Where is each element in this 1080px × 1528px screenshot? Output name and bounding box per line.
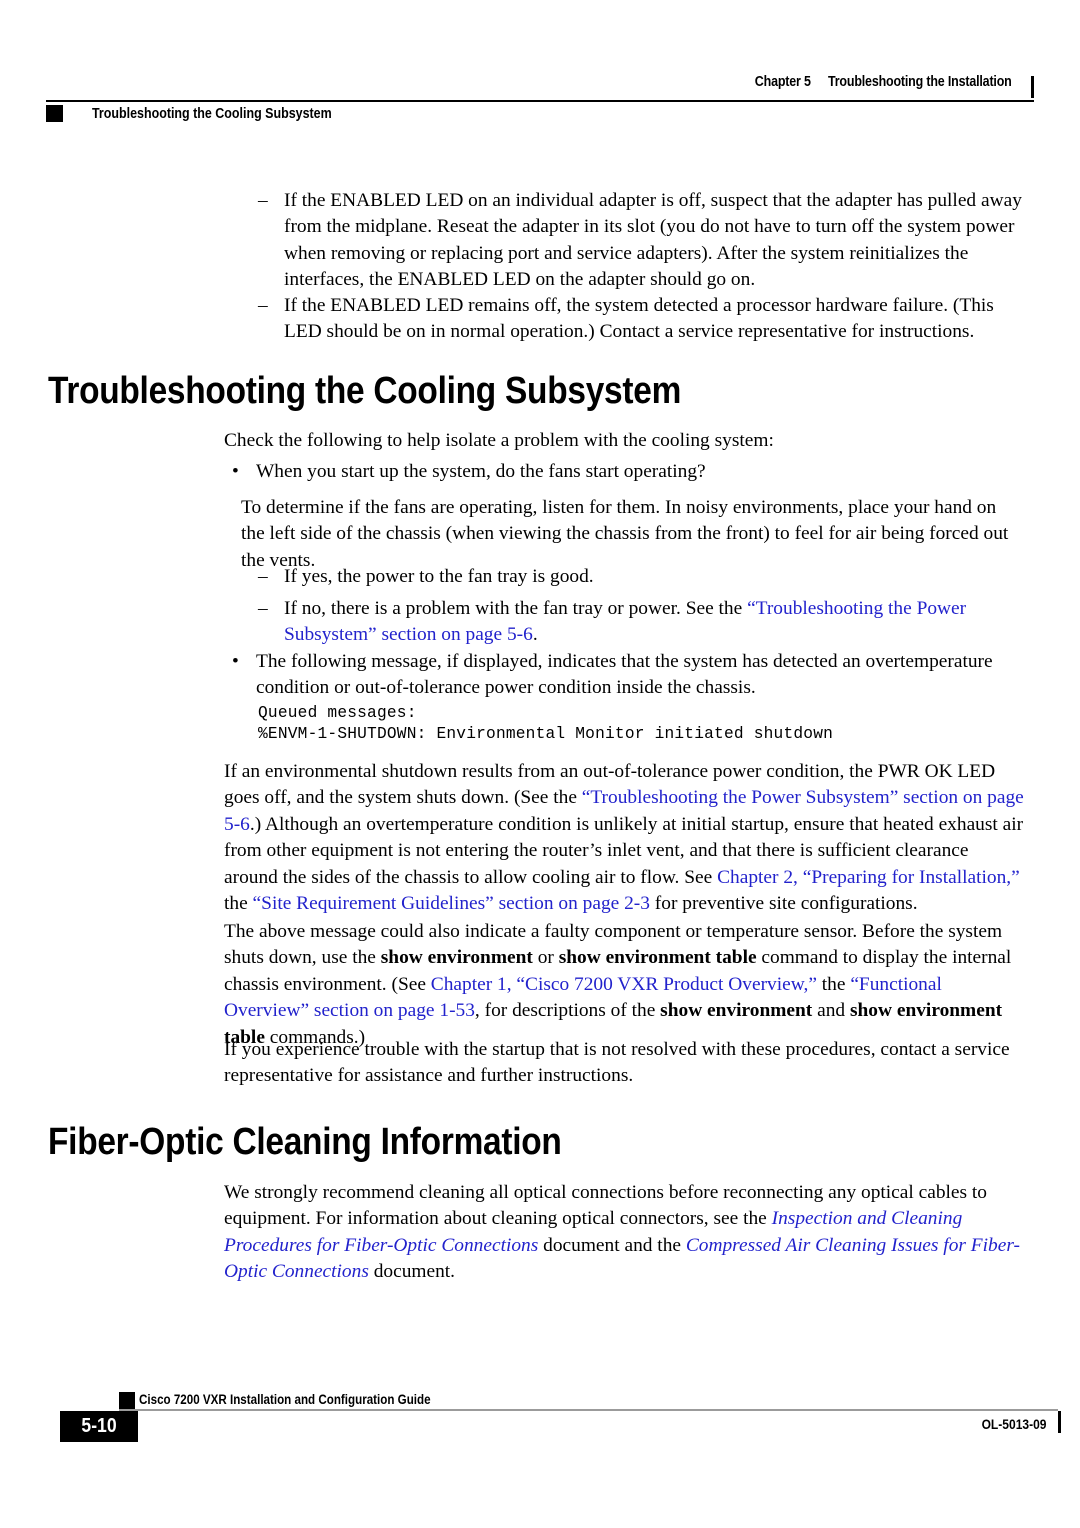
list-item: • The following message, if displayed, i…: [232, 649, 1024, 702]
footer-page-number: 5-10: [81, 1415, 117, 1437]
header-chapter-info: Chapter 5 Troubleshooting the Installati…: [755, 74, 1012, 90]
header-chapter-title: Troubleshooting the Installation: [828, 74, 1012, 90]
text-run: and: [812, 1000, 850, 1022]
header-edge-tick-icon: [1031, 76, 1034, 98]
footer-edge-tick-icon: [1058, 1411, 1061, 1433]
command-name: show environment: [380, 947, 533, 969]
text-run: , for descriptions of the: [474, 1000, 661, 1022]
command-name: show environment: [660, 1000, 813, 1022]
footer-divider: [119, 1409, 1058, 1411]
text-run: the: [816, 973, 851, 995]
header-divider: [46, 100, 1034, 102]
footer-page-number-box: 5-10: [60, 1411, 138, 1442]
paragraph-intro-cooling: Check the following to help isolate a pr…: [224, 430, 774, 451]
cross-reference-link[interactable]: Chapter 2, “Preparing for Installation,”: [717, 867, 1020, 888]
document-page: Chapter 5 Troubleshooting the Installati…: [0, 0, 1080, 1528]
footer-document-id: OL-5013-09: [981, 1416, 1046, 1432]
command-name: show environment table: [558, 947, 757, 969]
paragraph-experience-trouble: If you experience trouble with the start…: [224, 1039, 1010, 1087]
header-running-label: Troubleshooting the Cooling Subsystem: [92, 105, 332, 122]
list-item: – If yes, the power to the fan tray is g…: [258, 564, 1024, 590]
list-item-text: If the ENABLED LED remains off, the syst…: [284, 295, 994, 343]
cross-reference-link[interactable]: Chapter 1, “Cisco 7200 VXR Product Overv…: [431, 974, 817, 995]
section-heading-fiber-optic: Fiber-Optic Cleaning Information: [48, 1121, 562, 1163]
list-item: • When you start up the system, do the f…: [232, 459, 1024, 485]
text-run: for preventive site configurations.: [649, 893, 918, 915]
list-item-text: The following message, if displayed, ind…: [256, 651, 993, 699]
list-item: – If no, there is a problem with the fan…: [258, 596, 1024, 649]
page-header: Chapter 5 Troubleshooting the Installati…: [46, 74, 1034, 132]
bullet-marker: •: [232, 651, 239, 672]
code-block-line: Queued messages:: [258, 704, 417, 722]
text-run: document and the: [538, 1234, 686, 1256]
paragraph-environmental-shutdown: If an environmental shutdown results fro…: [224, 759, 1024, 917]
list-item-text: If yes, the power to the fan tray is goo…: [284, 566, 594, 587]
dash-marker: –: [258, 598, 268, 619]
list-item: – If the ENABLED LED remains off, the sy…: [258, 293, 1024, 346]
page-footer: Cisco 7200 VXR Installation and Configur…: [0, 1392, 1080, 1462]
paragraph-determine-fans: To determine if the fans are operating, …: [241, 497, 1009, 571]
text-run: If no, there is a problem with the fan t…: [284, 598, 748, 619]
text-run: or: [532, 947, 559, 969]
cross-reference-link[interactable]: “Site Requirement Guidelines” section on…: [253, 893, 650, 914]
footer-square-marker-icon: [119, 1392, 135, 1409]
footer-guide-title: Cisco 7200 VXR Installation and Configur…: [139, 1392, 431, 1407]
paragraph-faulty-component: The above message could also indicate a …: [224, 919, 1024, 1051]
list-item-text: When you start up the system, do the fan…: [256, 461, 706, 482]
text-run: .: [532, 624, 538, 646]
list-item-text: If the ENABLED LED on an individual adap…: [284, 190, 1022, 291]
dash-marker: –: [258, 566, 268, 587]
bullet-marker: •: [232, 461, 239, 482]
header-running-head: Troubleshooting the Cooling Subsystem: [46, 105, 371, 122]
header-chapter-label: Chapter 5: [755, 74, 812, 90]
list-item: – If the ENABLED LED on an individual ad…: [258, 188, 1024, 294]
dash-marker: –: [258, 190, 268, 211]
section-heading-cooling: Troubleshooting the Cooling Subsystem: [48, 370, 682, 412]
code-block-line: %ENVM-1-SHUTDOWN: Environmental Monitor …: [258, 725, 834, 743]
header-square-marker-icon: [46, 105, 63, 122]
list-item-text: If no, there is a problem with the fan t…: [258, 596, 1024, 649]
text-run: document.: [368, 1261, 456, 1283]
paragraph-fiber-cleaning: We strongly recommend cleaning all optic…: [224, 1180, 1024, 1286]
dash-marker: –: [258, 295, 268, 316]
text-run: the: [224, 893, 253, 915]
